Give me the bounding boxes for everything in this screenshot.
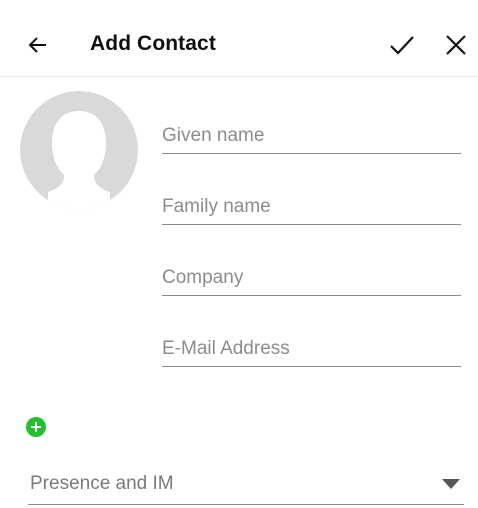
presence-im-label: Presence and IM	[30, 473, 174, 494]
close-button[interactable]	[436, 25, 476, 65]
family-name-input[interactable]	[162, 196, 461, 218]
dropdown-arrow-icon	[442, 479, 460, 489]
page-title: Add Contact	[90, 32, 216, 55]
family-name-field[interactable]	[162, 184, 461, 225]
arrow-left-icon	[28, 37, 46, 53]
save-button[interactable]	[382, 25, 422, 65]
given-name-field[interactable]	[162, 113, 461, 154]
email-field[interactable]	[162, 326, 461, 367]
presence-im-dropdown[interactable]: Presence and IM	[28, 462, 464, 505]
close-icon	[446, 35, 466, 55]
person-silhouette-icon	[20, 91, 138, 209]
back-button[interactable]	[18, 25, 58, 65]
check-icon	[390, 36, 414, 55]
app-bar: Add Contact	[0, 14, 478, 77]
contact-photo[interactable]	[20, 91, 138, 209]
company-field[interactable]	[162, 255, 461, 296]
plus-circle-icon	[26, 417, 46, 437]
given-name-input[interactable]	[162, 125, 461, 147]
add-field-button[interactable]	[26, 417, 46, 437]
company-input[interactable]	[162, 267, 461, 289]
email-input[interactable]	[162, 338, 461, 360]
